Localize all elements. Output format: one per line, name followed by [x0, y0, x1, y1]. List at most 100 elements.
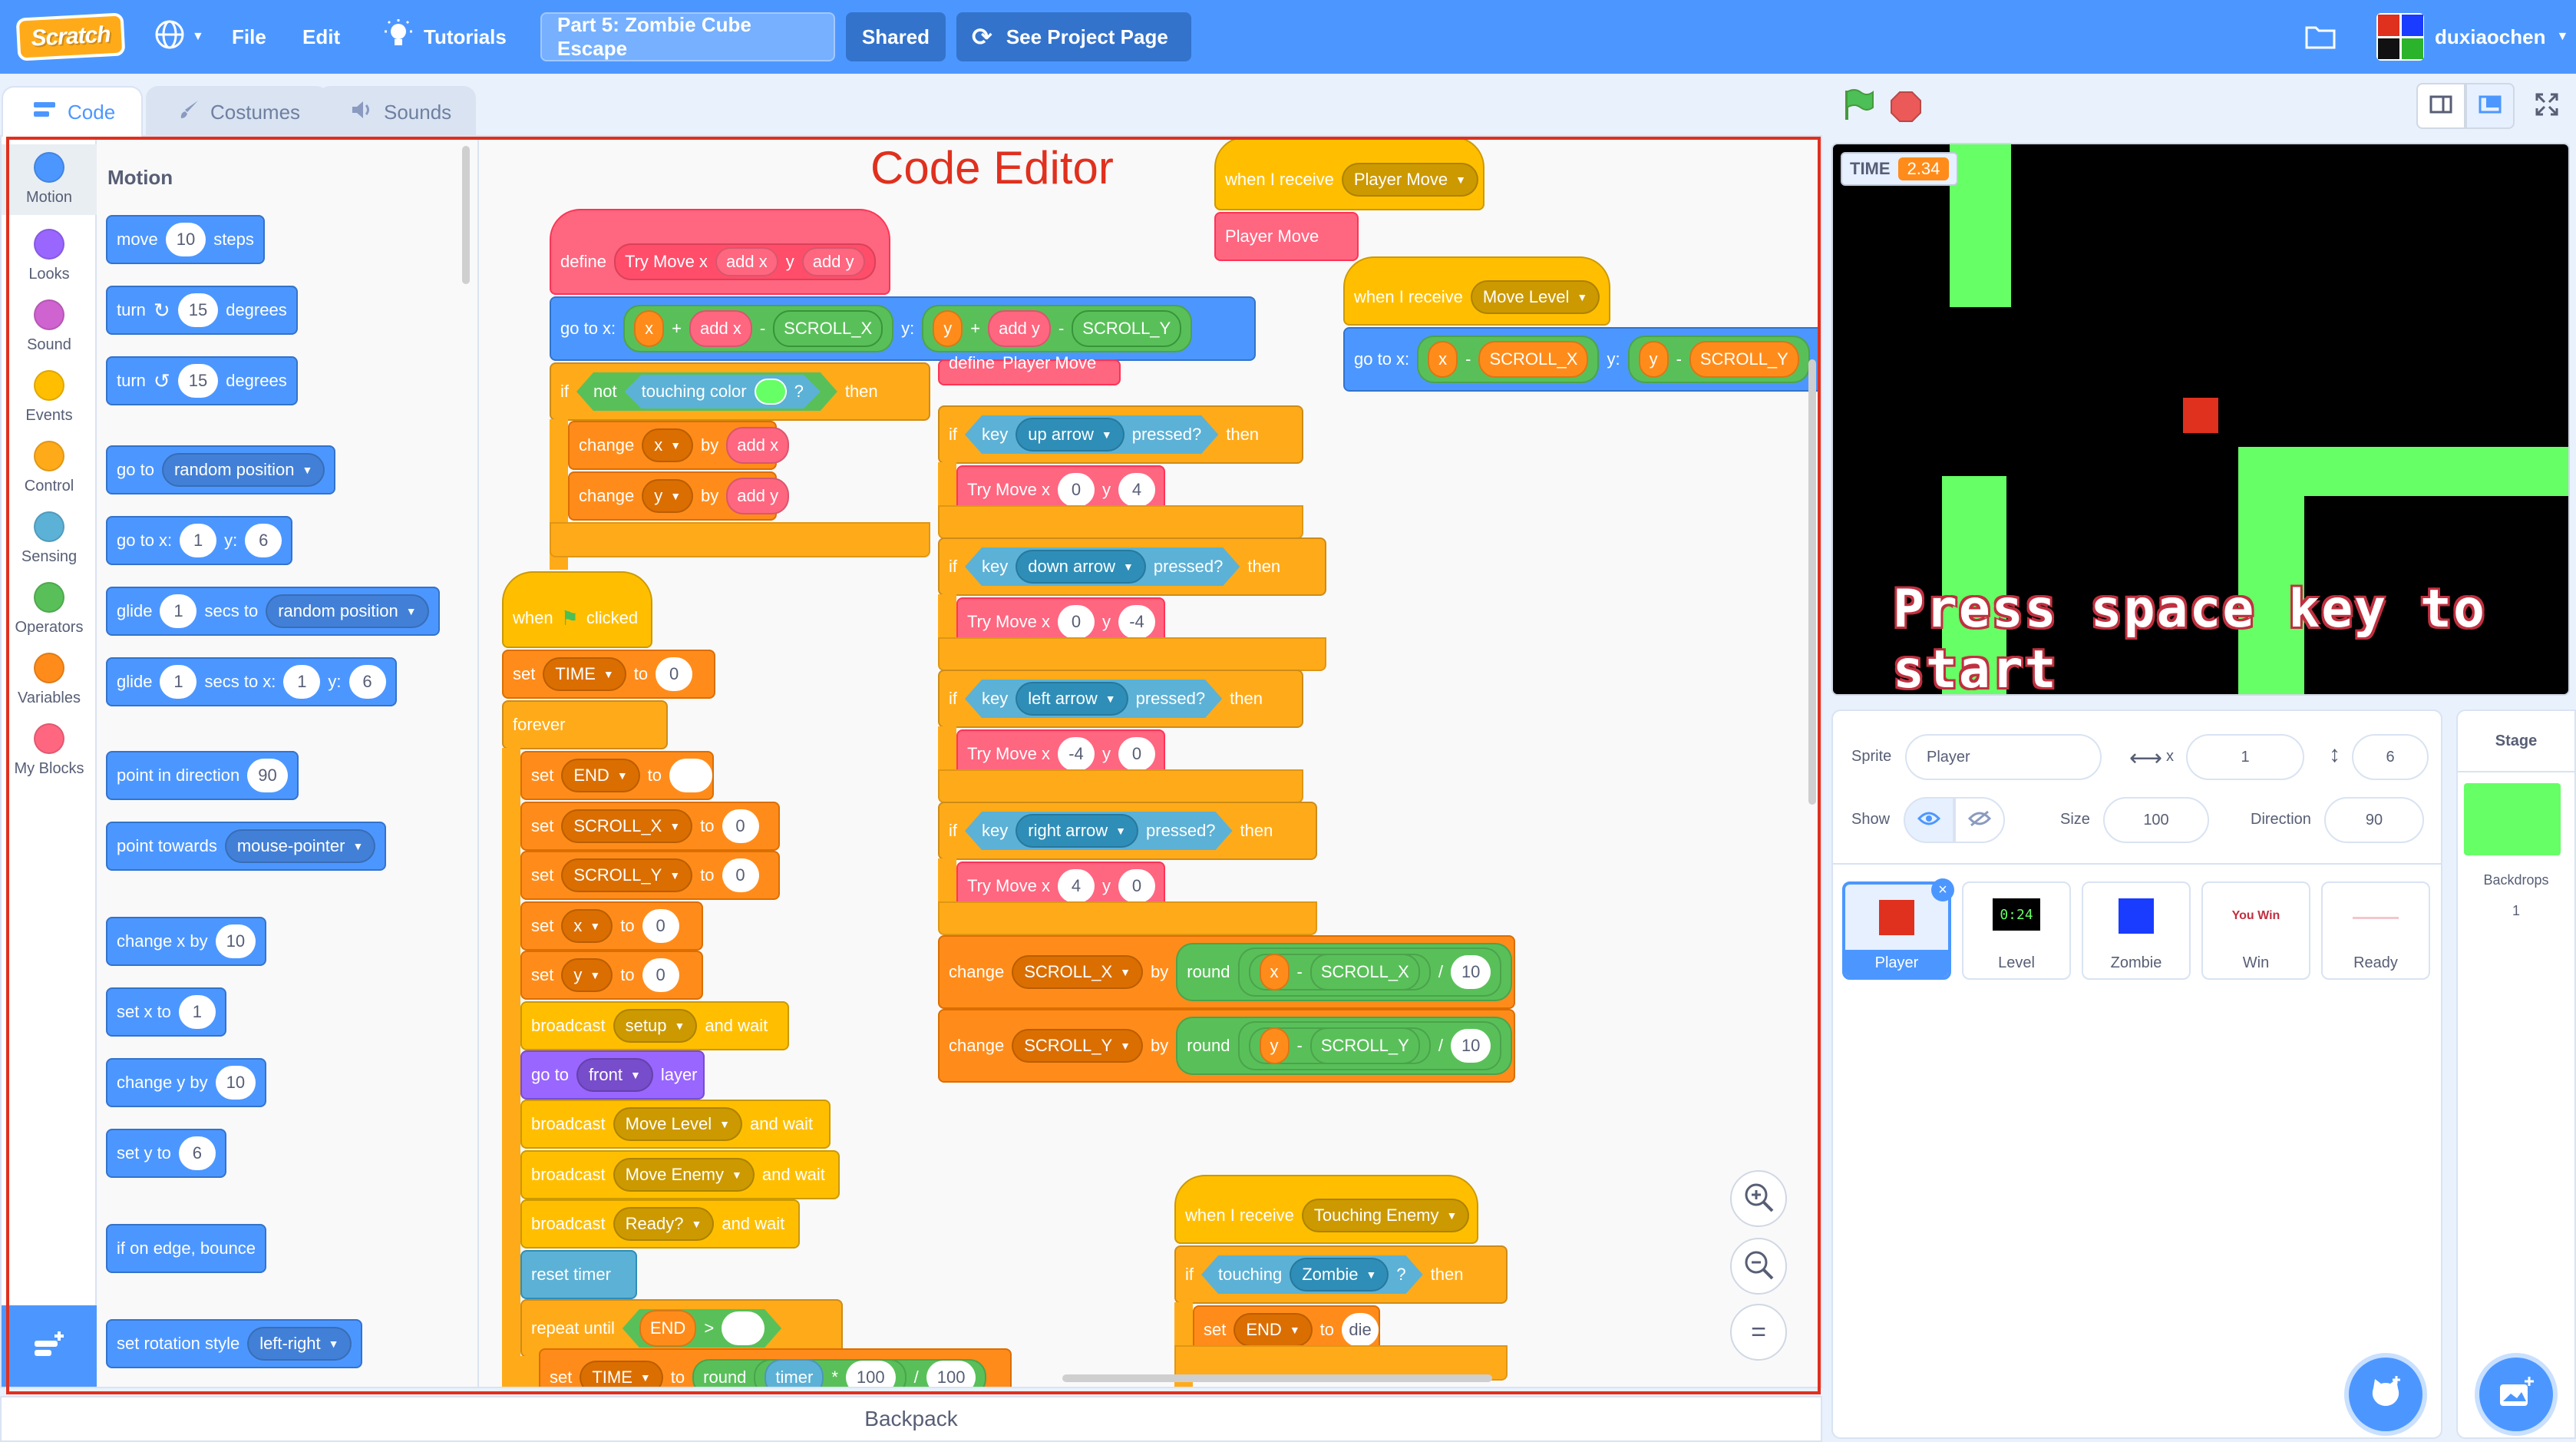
show-sprite-button[interactable] [1904, 797, 1954, 843]
stage-backdrop-thumbnail[interactable] [2464, 783, 2561, 855]
change-scroll-x-block[interactable]: change SCROLL_X ▼ by round x - SCROLL_X/10 [938, 935, 1515, 1009]
sprite-name-input[interactable]: Player [1905, 734, 2102, 780]
hide-sprite-button[interactable] [1954, 797, 2005, 843]
category-events[interactable]: Events [2, 362, 97, 433]
small-stage-button[interactable] [2416, 83, 2465, 129]
if-not-touching-color-block[interactable]: if not touching color? then [550, 362, 930, 421]
player-move-call-block[interactable]: Player Move [1214, 212, 1359, 261]
set-scroll-x-block[interactable]: set SCROLL_X ▼ to 0 [520, 802, 780, 851]
delete-sprite-icon[interactable]: × [1931, 878, 1954, 901]
zoom-in-button[interactable] [1730, 1170, 1787, 1227]
account-menu[interactable]: duxiaochen ▼ [2376, 0, 2568, 74]
tab-code[interactable]: Code [2, 86, 143, 137]
sprite-tile-player[interactable]: × Player [1842, 878, 1954, 980]
if-key-left-block[interactable]: if key left arrow ▼ pressed? then [938, 670, 1303, 728]
tab-costumes[interactable]: Costumes [146, 86, 329, 137]
palette-bounce-block[interactable]: if on edge, bounce [106, 1224, 267, 1273]
reset-timer-block[interactable]: reset timer [520, 1250, 637, 1299]
broadcast-ready-block[interactable]: broadcast Ready? ▼ and wait [520, 1199, 800, 1249]
sprite-tile-win[interactable]: You Win Win [2201, 881, 2310, 980]
color-swatch[interactable] [755, 379, 787, 405]
palette-glide-block[interactable]: glide 1 secs to random position ▼ [106, 587, 440, 636]
category-sound[interactable]: Sound [2, 292, 97, 362]
script-workspace[interactable]: define Try Move x add x y add y go to x: x … [479, 137, 1821, 1387]
sprite-tile-level[interactable]: 0:24 Level [1962, 881, 2071, 980]
workspace-horizontal-scrollbar[interactable] [1062, 1374, 1492, 1382]
zoom-reset-button[interactable]: = [1730, 1304, 1787, 1361]
y-position-input[interactable]: 6 [2352, 734, 2429, 780]
broadcast-move-enemy-block[interactable]: broadcast Move Enemy ▼ and wait [520, 1150, 840, 1199]
my-stuff-folder-icon[interactable] [2304, 0, 2337, 74]
palette-glide-xy-block[interactable]: glide 1 secs to x: 1 y: 6 [106, 657, 397, 706]
set-time-round-block[interactable]: set TIME ▼ to round timer * 100/100 [539, 1348, 1012, 1387]
sprite-tile-ready[interactable]: Ready [2321, 881, 2430, 980]
set-end-block[interactable]: set END ▼ to [520, 751, 714, 800]
change-scroll-y-block[interactable]: change SCROLL_Y ▼ by round y - SCROLL_Y/10 [938, 1009, 1515, 1083]
palette-change-y-block[interactable]: change y by 10 [106, 1058, 267, 1107]
tab-sounds[interactable]: Sounds [318, 86, 476, 137]
forever-block[interactable]: forever [502, 700, 668, 749]
set-y-block[interactable]: set y ▼ to 0 [520, 951, 703, 1000]
palette-go-to-xy-block[interactable]: go to x: 1 y: 6 [106, 516, 293, 565]
size-input[interactable]: 100 [2103, 797, 2209, 843]
when-receive-touching-enemy-block[interactable]: when I receive Touching Enemy ▼ [1174, 1175, 1478, 1244]
palette-point-direction-block[interactable]: point in direction 90 [106, 751, 299, 800]
change-x-by-add-x-block[interactable]: change x ▼ by add x [568, 421, 790, 470]
set-scroll-y-block[interactable]: set SCROLL_Y ▼ to 0 [520, 851, 780, 900]
direction-input[interactable]: 90 [2324, 797, 2424, 843]
tutorials-button[interactable]: Tutorials [384, 0, 507, 74]
when-flag-clicked-block[interactable]: when ⚑ clicked [502, 571, 652, 648]
workspace-vertical-scrollbar[interactable] [1808, 359, 1816, 805]
if-key-up-block[interactable]: if key up arrow ▼ pressed? then [938, 405, 1303, 464]
player-sprite[interactable] [2183, 398, 2218, 433]
choose-backdrop-button[interactable] [2479, 1358, 2553, 1431]
palette-turn-right-block[interactable]: turn ↻ 15 degrees [106, 286, 298, 335]
language-menu[interactable]: ▼ [154, 0, 204, 74]
palette-go-to-block[interactable]: go to random position ▼ [106, 445, 336, 494]
category-my-blocks[interactable]: My Blocks [2, 716, 97, 786]
category-looks[interactable]: Looks [2, 221, 97, 292]
choose-sprite-button[interactable] [2349, 1358, 2422, 1431]
palette-scrollbar[interactable] [462, 146, 470, 284]
palette-set-y-block[interactable]: set y to 6 [106, 1129, 226, 1178]
palette-point-towards-block[interactable]: point towards mouse-pointer ▼ [106, 822, 387, 871]
stop-button[interactable] [1890, 91, 1922, 127]
shared-button[interactable]: Shared [846, 12, 946, 61]
see-project-page-button[interactable]: ⟳ See Project Page [956, 12, 1191, 61]
set-time-block[interactable]: set TIME ▼ to 0 [502, 650, 715, 699]
fullscreen-button[interactable] [2524, 83, 2570, 129]
large-stage-button[interactable] [2465, 83, 2515, 129]
palette-change-x-block[interactable]: change x by 10 [106, 917, 267, 966]
palette-turn-left-block[interactable]: turn ↺ 15 degrees [106, 356, 298, 405]
category-control[interactable]: Control [2, 433, 97, 504]
broadcast-setup-block[interactable]: broadcast setup ▼ and wait [520, 1001, 789, 1050]
define-player-move-block[interactable]: define Player Move [938, 353, 1121, 385]
backpack[interactable]: Backpack [0, 1396, 1822, 1442]
broadcast-move-level-block[interactable]: broadcast Move Level ▼ and wait [520, 1100, 831, 1149]
project-title-input[interactable]: Part 5: Zombie Cube Escape [540, 12, 835, 61]
category-operators[interactable]: Operators [2, 574, 97, 645]
stage-pane[interactable]: Stage Backdrops 1 [2456, 709, 2576, 1439]
palette-rotation-style-block[interactable]: set rotation style left-right ▼ [106, 1319, 362, 1368]
category-sensing[interactable]: Sensing [2, 504, 97, 574]
go-to-front-layer-block[interactable]: go to front ▼ layer [520, 1050, 705, 1100]
define-try-move-block[interactable]: define Try Move x add x y add y [550, 209, 890, 295]
green-flag-button[interactable] [1841, 88, 1876, 127]
stage-canvas[interactable]: TIME 2.34 Press space key to start [1831, 143, 2570, 696]
if-key-down-block[interactable]: if key down arrow ▼ pressed? then [938, 537, 1326, 596]
category-variables[interactable]: Variables [2, 645, 97, 716]
edit-menu[interactable]: Edit [302, 0, 340, 74]
category-motion[interactable]: Motion [2, 144, 97, 215]
if-key-right-block[interactable]: if key right arrow ▼ pressed? then [938, 802, 1317, 860]
file-menu[interactable]: File [232, 0, 266, 74]
go-to-xy-scroll-block[interactable]: go to x: x + add x - SCROLL_X y: y + add… [550, 296, 1256, 361]
set-x-block[interactable]: set x ▼ to 0 [520, 901, 703, 951]
if-touching-zombie-block[interactable]: if touching Zombie ▼? then [1174, 1245, 1508, 1304]
palette-set-x-block[interactable]: set x to 1 [106, 987, 226, 1037]
palette-move-block[interactable]: move 10 steps [106, 215, 265, 264]
x-position-input[interactable]: 1 [2186, 734, 2304, 780]
scratch-logo[interactable]: Scratch [15, 12, 126, 61]
when-receive-player-move-block[interactable]: when I receive Player Move ▼ [1214, 137, 1485, 210]
change-y-by-add-y-block[interactable]: change y ▼ by add y [568, 471, 790, 521]
sprite-tile-zombie[interactable]: Zombie [2082, 881, 2191, 980]
